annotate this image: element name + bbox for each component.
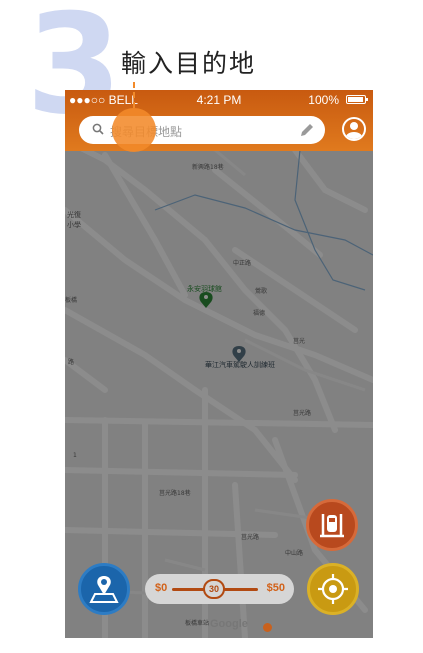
app-header: ●●●○○ BELL 4:21 PM 100% 搜尋目標地點 — [65, 90, 373, 151]
poi-marker-icon[interactable] — [263, 623, 272, 632]
map-pin-icon — [89, 576, 119, 603]
map-button[interactable] — [78, 563, 130, 615]
tap-indicator-line — [133, 82, 135, 108]
price-max-label: $50 — [266, 582, 285, 594]
phone-screen: 新興路18巷 中正路 鶯歌 福德 莒光 莒光路 板橋 路 1 莒光路18巷 莒光… — [65, 90, 373, 638]
tap-indicator — [112, 108, 156, 152]
parking-car-icon — [320, 514, 344, 538]
google-logo: Google — [210, 618, 248, 630]
battery-icon — [346, 95, 368, 104]
price-filter-slider[interactable]: $0 30 $50 — [145, 574, 294, 604]
search-icon — [92, 123, 104, 135]
battery-percent: 100% — [308, 93, 339, 107]
dim-overlay — [65, 90, 373, 638]
locate-button[interactable] — [307, 563, 359, 615]
crosshair-icon — [318, 574, 348, 604]
pencil-icon[interactable] — [299, 122, 315, 138]
price-min-label: $0 — [155, 582, 168, 594]
step-title: 輸入目的地 — [121, 49, 257, 78]
price-slider-thumb[interactable]: 30 — [203, 579, 225, 599]
parking-button[interactable] — [306, 499, 358, 551]
profile-icon[interactable] — [342, 117, 366, 141]
status-bar: ●●●○○ BELL 4:21 PM 100% — [65, 90, 373, 108]
